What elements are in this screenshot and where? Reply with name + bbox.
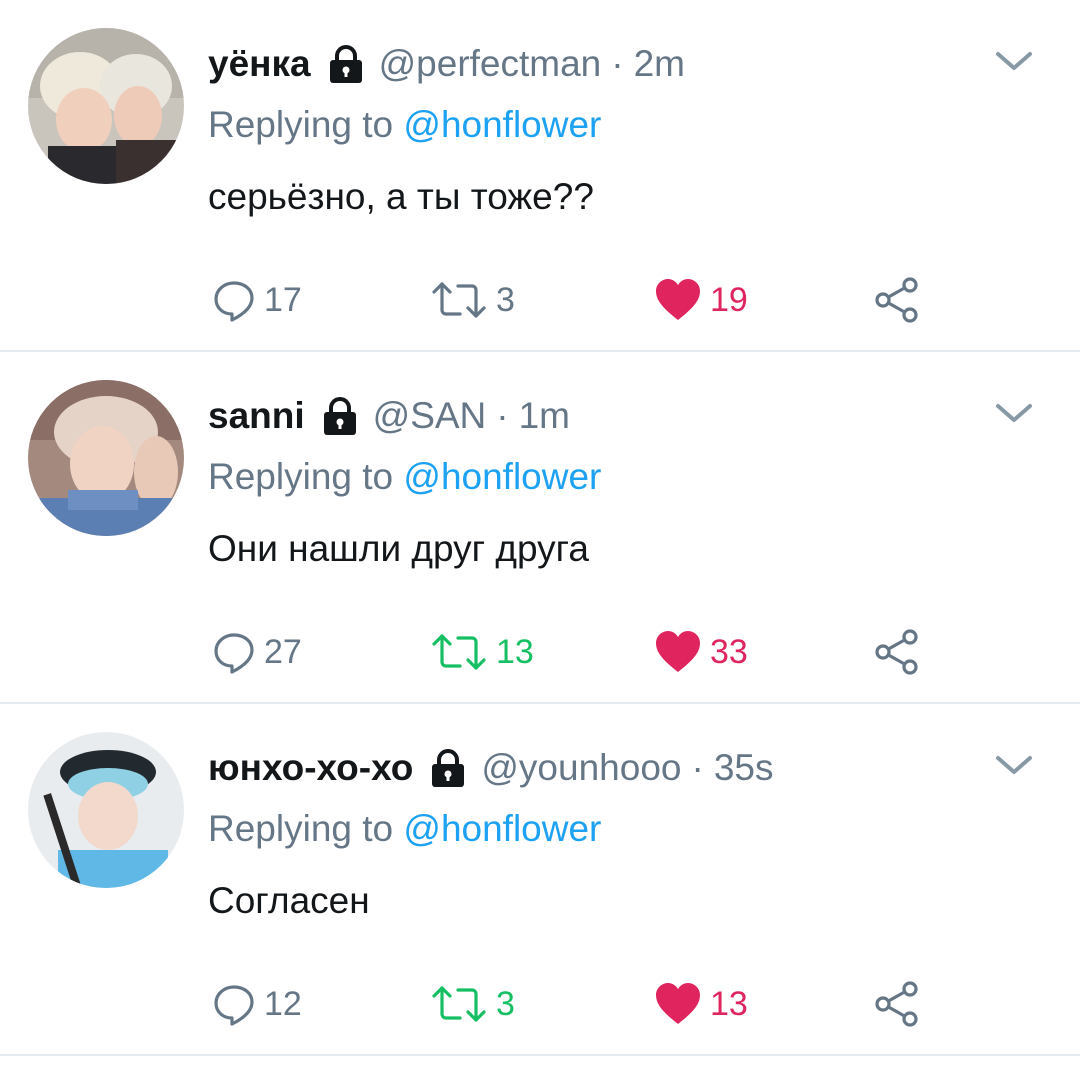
retweet-icon	[432, 634, 486, 670]
tweet-header: юнхо-хо-хо @younhooo · 35s	[208, 740, 773, 796]
tweet-actions: 27 13 33	[0, 624, 1080, 680]
share-button[interactable]	[872, 272, 922, 328]
separator: ·	[496, 395, 509, 436]
replying-to: Replying to @honflower	[208, 456, 601, 498]
separator: ·	[691, 747, 704, 788]
retweet-button[interactable]: 13	[430, 624, 534, 680]
lock-icon	[323, 397, 356, 435]
replying-to: Replying to @honflower	[208, 104, 601, 146]
reply-button[interactable]: 27	[212, 624, 302, 680]
replying-to-link[interactable]: @honflower	[403, 808, 601, 849]
reply-bubble-icon	[214, 633, 254, 674]
reply-bubble-icon	[214, 281, 254, 322]
like-button[interactable]: 33	[654, 624, 748, 680]
timestamp[interactable]: 1m	[519, 395, 570, 437]
chevron-down-icon[interactable]	[992, 46, 1036, 76]
reply-button[interactable]: 12	[212, 976, 302, 1032]
like-count: 33	[710, 632, 748, 671]
share-button[interactable]	[872, 624, 922, 680]
retweet-count: 13	[496, 632, 534, 671]
heart-icon	[656, 279, 700, 320]
retweet-icon	[432, 282, 486, 318]
user-handle[interactable]: @perfectman	[379, 43, 602, 85]
retweet-count: 3	[496, 280, 515, 319]
retweet-button[interactable]: 3	[430, 976, 515, 1032]
replying-to-label: Replying to	[208, 104, 394, 145]
tweet-header: sanni @SAN · 1m	[208, 388, 570, 444]
replying-to: Replying to @honflower	[208, 808, 601, 850]
avatar[interactable]	[28, 732, 184, 888]
tweet-header: уёнка @perfectman · 2m	[208, 36, 685, 92]
like-count: 13	[710, 984, 748, 1023]
avatar[interactable]	[28, 380, 184, 536]
separator: ·	[611, 43, 624, 84]
heart-icon	[656, 983, 700, 1024]
display-name[interactable]: уёнка	[208, 43, 311, 85]
replying-to-label: Replying to	[208, 456, 394, 497]
reply-bubble-icon	[214, 985, 254, 1026]
chevron-down-icon[interactable]	[992, 750, 1036, 780]
user-handle[interactable]: @younhooo	[481, 747, 681, 789]
reply-count: 17	[264, 280, 302, 319]
display-name[interactable]: sanni	[208, 395, 305, 437]
share-icon	[875, 277, 918, 323]
retweet-button[interactable]: 3	[430, 272, 515, 328]
tweet[interactable]: sanni @SAN · 1m Replying to @honflower О…	[0, 352, 1080, 704]
display-name[interactable]: юнхо-хо-хо	[208, 747, 413, 789]
share-icon	[875, 981, 918, 1027]
heart-icon	[656, 631, 700, 672]
tweet-text: Они нашли друг друга	[208, 528, 589, 569]
replying-to-label: Replying to	[208, 808, 394, 849]
like-button[interactable]: 19	[654, 272, 748, 328]
tweet-actions: 17 3 19	[0, 272, 1080, 328]
lock-icon	[329, 45, 362, 83]
reply-count: 27	[264, 632, 302, 671]
tweet[interactable]: юнхо-хо-хо @younhooo · 35s Replying to @…	[0, 704, 1080, 1056]
share-icon	[875, 629, 918, 675]
share-button[interactable]	[872, 976, 922, 1032]
retweet-count: 3	[496, 984, 515, 1023]
avatar[interactable]	[28, 28, 184, 184]
timestamp[interactable]: 2m	[634, 43, 685, 85]
tweet-text: Согласен	[208, 880, 370, 921]
lock-icon	[432, 749, 465, 787]
tweet-text: серьёзно, а ты тоже??	[208, 176, 594, 217]
like-button[interactable]: 13	[654, 976, 748, 1032]
tweet[interactable]: уёнка @perfectman · 2m Replying to @honf…	[0, 0, 1080, 352]
reply-button[interactable]: 17	[212, 272, 302, 328]
replying-to-link[interactable]: @honflower	[403, 456, 601, 497]
like-count: 19	[710, 280, 748, 319]
reply-count: 12	[264, 984, 302, 1023]
chevron-down-icon[interactable]	[992, 398, 1036, 428]
replying-to-link[interactable]: @honflower	[403, 104, 601, 145]
timestamp[interactable]: 35s	[714, 747, 774, 789]
user-handle[interactable]: @SAN	[373, 395, 487, 437]
tweet-actions: 12 3 13	[0, 976, 1080, 1032]
retweet-icon	[432, 986, 486, 1022]
